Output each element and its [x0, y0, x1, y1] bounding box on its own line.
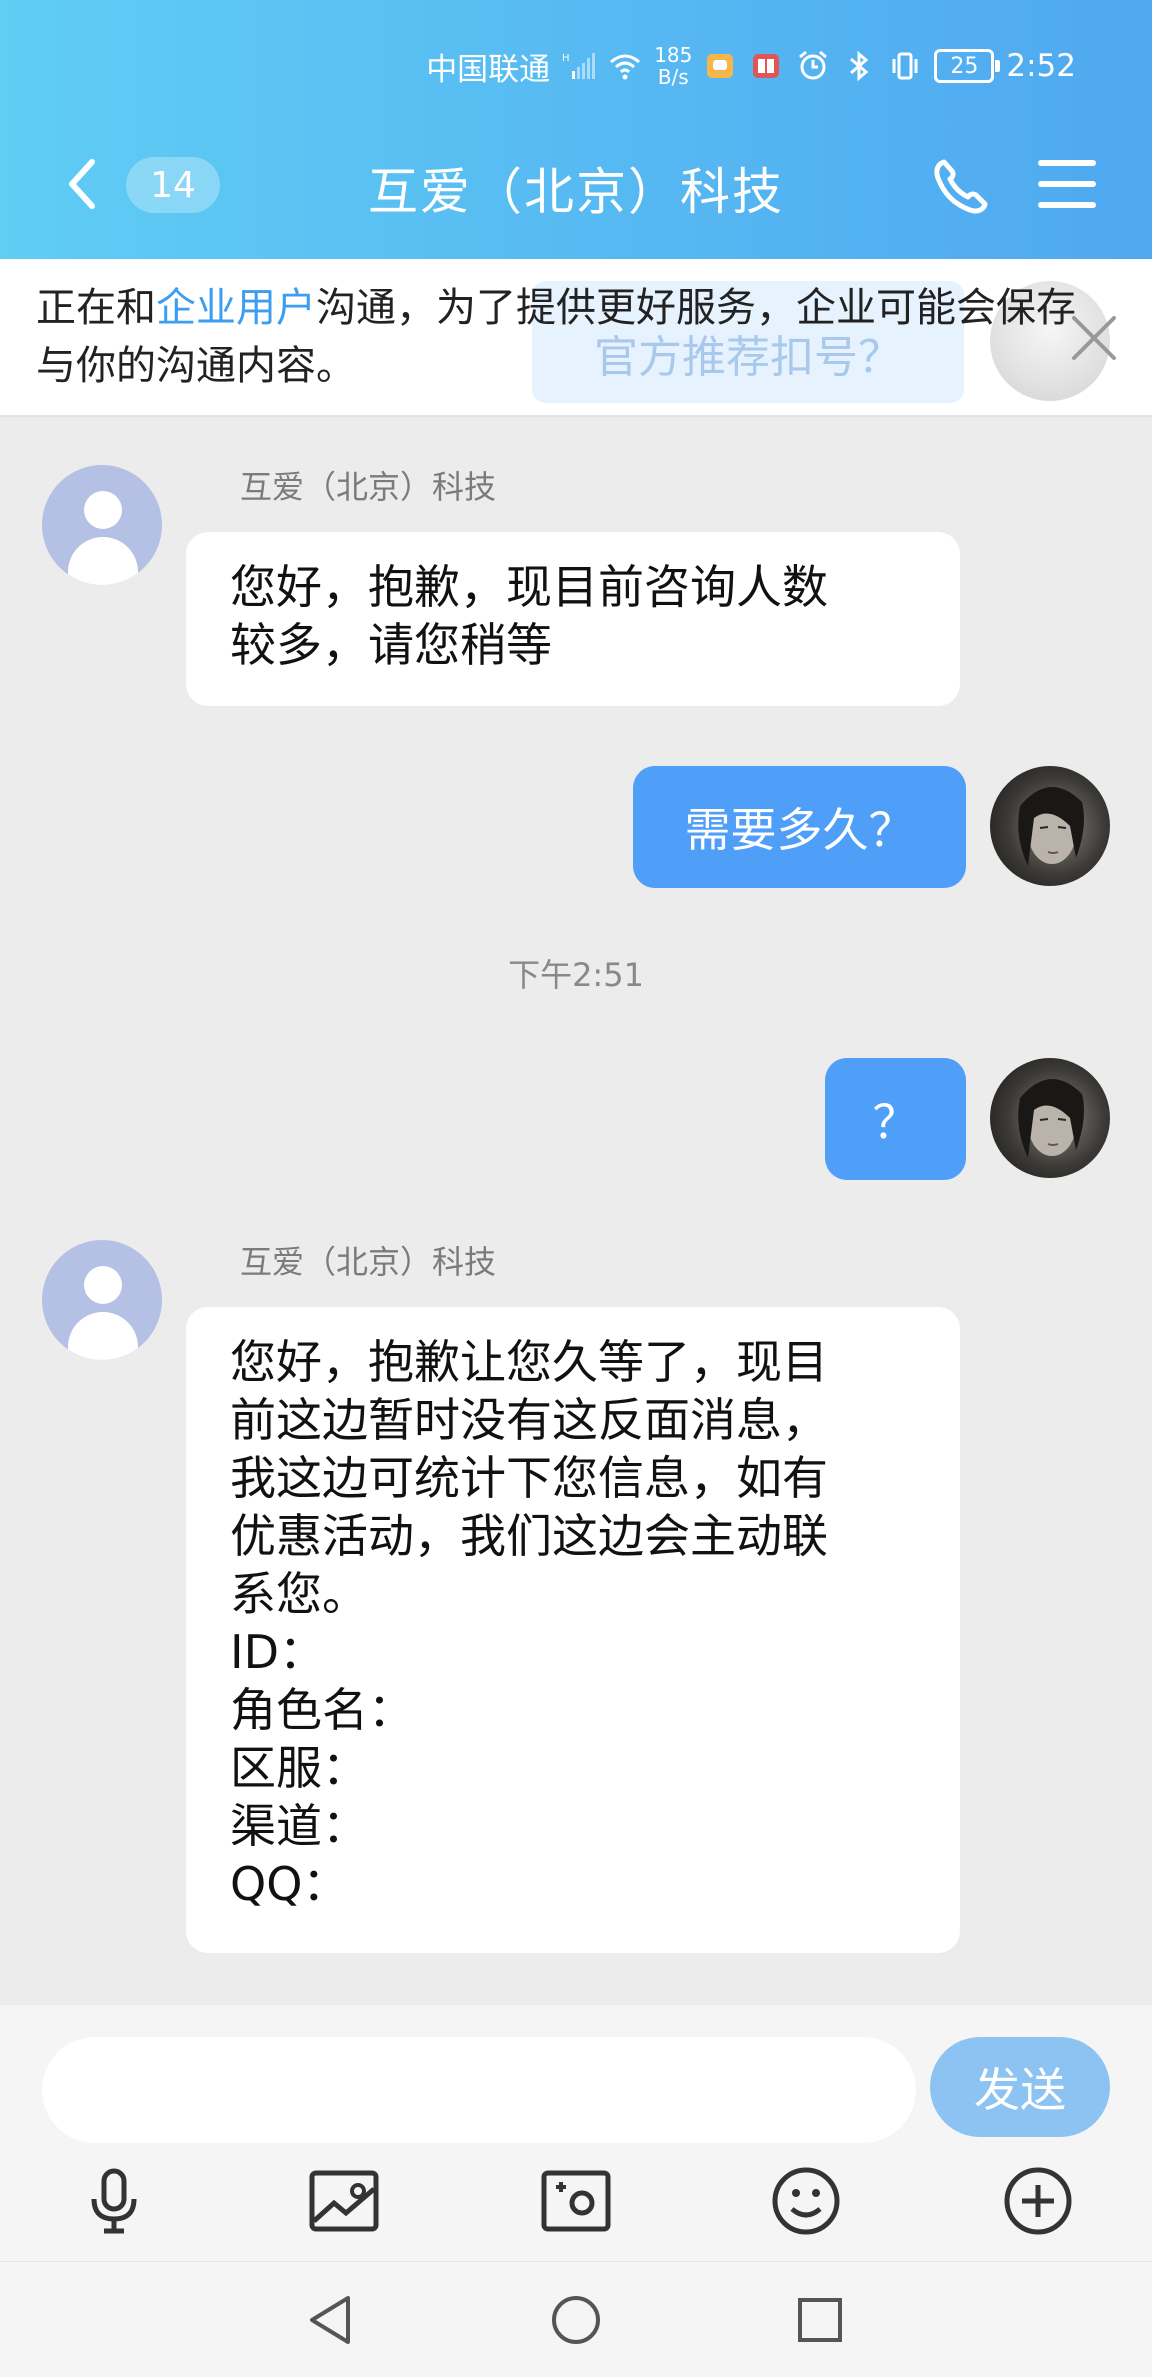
network-speed: 185 B/s: [654, 44, 692, 88]
clock: 2:52: [1006, 48, 1076, 84]
notice-text: 正在和企业用户沟通，为了提供更好服务，企业可能会保存与你的沟通内容。: [36, 279, 1076, 395]
battery-icon: 25: [934, 49, 1001, 83]
user-avatar-photo: [1018, 1078, 1084, 1158]
enterprise-user-link[interactable]: 企业用户: [156, 285, 316, 331]
menu-icon[interactable]: [1038, 158, 1096, 210]
app-icon-orange: [707, 54, 734, 78]
network-speed-unit: B/s: [657, 65, 689, 89]
notice-banner: 官方推荐扣号？ 正在和企业用户沟通，为了提供更好服务，企业可能会保存与你的沟通内…: [0, 259, 1152, 417]
top-bar: 中国联通 H 185 B/s 25 2:52 14 互爱（北京）科技: [0, 0, 1152, 259]
vibrate-icon: [892, 52, 918, 80]
message-input[interactable]: [42, 2037, 916, 2143]
send-button[interactable]: 发送: [930, 2037, 1110, 2137]
message-bubble-incoming[interactable]: 您好，抱歉让您久等了，现目 前这边暂时没有这反面消息， 我这边可统计下您信息，如…: [186, 1307, 960, 1953]
phone-icon[interactable]: [930, 156, 990, 216]
emoji-icon[interactable]: [768, 2163, 844, 2239]
camera-icon[interactable]: [538, 2163, 614, 2239]
wifi-icon: [610, 54, 641, 80]
alarm-icon: [799, 50, 828, 80]
sender-name: 互爱（北京）科技: [240, 468, 497, 506]
close-icon[interactable]: [1070, 314, 1118, 362]
timestamp: 下午2:51: [508, 956, 644, 994]
back-triangle-icon[interactable]: [302, 2292, 358, 2348]
app-icon-red: [753, 54, 780, 78]
svg-text:H: H: [562, 53, 570, 64]
bluetooth-icon: [850, 50, 869, 82]
image-icon[interactable]: [306, 2163, 382, 2239]
contact-avatar[interactable]: [42, 465, 162, 585]
message-bubble-outgoing[interactable]: ？: [825, 1058, 966, 1180]
message-bubble-outgoing[interactable]: 需要多久？: [633, 766, 966, 888]
battery-level: 25: [950, 53, 979, 79]
status-bar: 中国联通 H 185 B/s 25 2:52: [426, 44, 1076, 88]
page-title: 互爱（北京）科技: [368, 163, 784, 221]
network-speed-value: 185: [654, 43, 693, 67]
unread-count-badge[interactable]: 14: [126, 157, 220, 213]
message-bubble-incoming[interactable]: 您好，抱歉，现目前咨询人数 较多，请您稍等: [186, 532, 960, 706]
microphone-icon[interactable]: [76, 2163, 152, 2239]
notice-prefix: 正在和: [36, 285, 156, 331]
user-avatar[interactable]: [990, 766, 1110, 886]
sender-name: 互爱（北京）科技: [240, 1243, 497, 1281]
input-area: 发送: [0, 2005, 1152, 2261]
back-icon[interactable]: [58, 154, 108, 214]
signal-icon: H: [562, 53, 596, 79]
home-circle-icon[interactable]: [548, 2292, 604, 2348]
user-avatar-photo: [1018, 786, 1084, 866]
system-navbar: [0, 2261, 1152, 2377]
plus-icon[interactable]: [1000, 2163, 1076, 2239]
carrier-label: 中国联通: [426, 51, 551, 88]
user-avatar[interactable]: [990, 1058, 1110, 1178]
contact-avatar[interactable]: [42, 1240, 162, 1360]
recents-square-icon[interactable]: [792, 2292, 848, 2348]
